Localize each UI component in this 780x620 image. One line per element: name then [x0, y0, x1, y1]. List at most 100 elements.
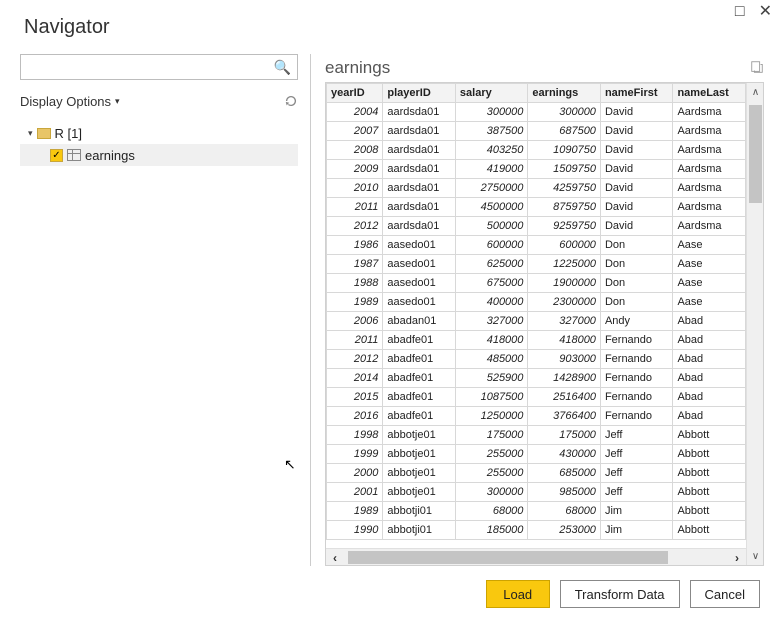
cell[interactable]: Don	[600, 274, 673, 293]
cell[interactable]: 1989	[327, 293, 383, 312]
cell[interactable]: aasedo01	[383, 236, 456, 255]
cell[interactable]: 403250	[455, 141, 528, 160]
preview-refresh-icon[interactable]	[750, 60, 764, 77]
cell[interactable]: 525900	[455, 369, 528, 388]
cell[interactable]: 253000	[528, 521, 601, 540]
cell[interactable]: Aase	[673, 236, 746, 255]
cell[interactable]: 2300000	[528, 293, 601, 312]
cell[interactable]: 985000	[528, 483, 601, 502]
cell[interactable]: abbotje01	[383, 445, 456, 464]
cell[interactable]: 2010	[327, 179, 383, 198]
cell[interactable]: Jeff	[600, 483, 673, 502]
cell[interactable]: 68000	[528, 502, 601, 521]
refresh-icon[interactable]	[284, 94, 298, 108]
cell[interactable]: 903000	[528, 350, 601, 369]
tree-root-r[interactable]: ▾ R [1]	[20, 122, 298, 144]
cell[interactable]: 1989	[327, 502, 383, 521]
cell[interactable]: 625000	[455, 255, 528, 274]
cell[interactable]: 419000	[455, 160, 528, 179]
hscroll-thumb[interactable]	[348, 551, 668, 564]
cell[interactable]: 1990	[327, 521, 383, 540]
cell[interactable]: 9259750	[528, 217, 601, 236]
cell[interactable]: 2007	[327, 122, 383, 141]
cell[interactable]: 2015	[327, 388, 383, 407]
scroll-up-icon[interactable]: ∧	[747, 83, 764, 101]
cell[interactable]: Aardsma	[673, 179, 746, 198]
cell[interactable]: aardsda01	[383, 103, 456, 122]
table-row[interactable]: 2015abadfe0110875002516400FernandoAbad	[327, 388, 746, 407]
cell[interactable]: abbotje01	[383, 483, 456, 502]
cell[interactable]: Don	[600, 236, 673, 255]
cell[interactable]: aasedo01	[383, 274, 456, 293]
cell[interactable]: 2012	[327, 217, 383, 236]
cell[interactable]: 255000	[455, 445, 528, 464]
cell[interactable]: 185000	[455, 521, 528, 540]
table-row[interactable]: 1987aasedo016250001225000DonAase	[327, 255, 746, 274]
cell[interactable]: Abbott	[673, 426, 746, 445]
cell[interactable]: Abbott	[673, 445, 746, 464]
expand-icon[interactable]: ▾	[28, 128, 33, 139]
cell[interactable]: Abad	[673, 312, 746, 331]
cell[interactable]: 687500	[528, 122, 601, 141]
cell[interactable]: 430000	[528, 445, 601, 464]
cell[interactable]: 387500	[455, 122, 528, 141]
cell[interactable]: 2000	[327, 464, 383, 483]
cell[interactable]: 1988	[327, 274, 383, 293]
cell[interactable]: Jeff	[600, 426, 673, 445]
cell[interactable]: 68000	[455, 502, 528, 521]
cell[interactable]: abbotji01	[383, 502, 456, 521]
cell[interactable]: 2012	[327, 350, 383, 369]
cell[interactable]: Abad	[673, 369, 746, 388]
cell[interactable]: 2011	[327, 331, 383, 350]
cell[interactable]: 600000	[455, 236, 528, 255]
scroll-left-icon[interactable]: ‹	[326, 549, 344, 566]
scroll-right-icon[interactable]: ›	[728, 549, 746, 566]
cell[interactable]: 327000	[528, 312, 601, 331]
table-row[interactable]: 1998abbotje01175000175000JeffAbbott	[327, 426, 746, 445]
cell[interactable]: Fernando	[600, 331, 673, 350]
cell[interactable]: aardsda01	[383, 141, 456, 160]
column-header[interactable]: yearID	[327, 84, 383, 103]
table-row[interactable]: 2014abadfe015259001428900FernandoAbad	[327, 369, 746, 388]
cell[interactable]: abadfe01	[383, 369, 456, 388]
cell[interactable]: 2016	[327, 407, 383, 426]
cancel-button[interactable]: Cancel	[690, 580, 760, 608]
cell[interactable]: abadfe01	[383, 388, 456, 407]
cell[interactable]: Jim	[600, 502, 673, 521]
tree-item-earnings[interactable]: ✓ earnings	[20, 144, 298, 166]
cell[interactable]: David	[600, 198, 673, 217]
cell[interactable]: 2750000	[455, 179, 528, 198]
cell[interactable]: 2011	[327, 198, 383, 217]
maximize-icon[interactable]: □	[735, 4, 745, 20]
cell[interactable]: 1999	[327, 445, 383, 464]
cell[interactable]: 1250000	[455, 407, 528, 426]
table-row[interactable]: 2011aardsda0145000008759750DavidAardsma	[327, 198, 746, 217]
cell[interactable]: 2009	[327, 160, 383, 179]
cell[interactable]: 175000	[455, 426, 528, 445]
table-row[interactable]: 2011abadfe01418000418000FernandoAbad	[327, 331, 746, 350]
cell[interactable]: 4500000	[455, 198, 528, 217]
cell[interactable]: 2014	[327, 369, 383, 388]
close-icon[interactable]: ✕	[759, 4, 772, 20]
cell[interactable]: 2006	[327, 312, 383, 331]
cell[interactable]: Aardsma	[673, 103, 746, 122]
table-row[interactable]: 2012abadfe01485000903000FernandoAbad	[327, 350, 746, 369]
cell[interactable]: Aardsma	[673, 122, 746, 141]
cell[interactable]: David	[600, 179, 673, 198]
cell[interactable]: 2008	[327, 141, 383, 160]
cell[interactable]: Fernando	[600, 388, 673, 407]
cell[interactable]: Aase	[673, 255, 746, 274]
column-header[interactable]: earnings	[528, 84, 601, 103]
table-row[interactable]: 2000abbotje01255000685000JeffAbbott	[327, 464, 746, 483]
checkbox-checked-icon[interactable]: ✓	[50, 149, 63, 162]
cell[interactable]: abadfe01	[383, 407, 456, 426]
table-row[interactable]: 2016abadfe0112500003766400FernandoAbad	[327, 407, 746, 426]
table-row[interactable]: 1986aasedo01600000600000DonAase	[327, 236, 746, 255]
search-input[interactable]	[21, 55, 297, 79]
table-row[interactable]: 2010aardsda0127500004259750DavidAardsma	[327, 179, 746, 198]
cell[interactable]: Abbott	[673, 502, 746, 521]
cell[interactable]: 255000	[455, 464, 528, 483]
display-options-dropdown[interactable]: Display Options ▾	[20, 94, 120, 109]
cell[interactable]: 300000	[455, 103, 528, 122]
cell[interactable]: abadfe01	[383, 331, 456, 350]
